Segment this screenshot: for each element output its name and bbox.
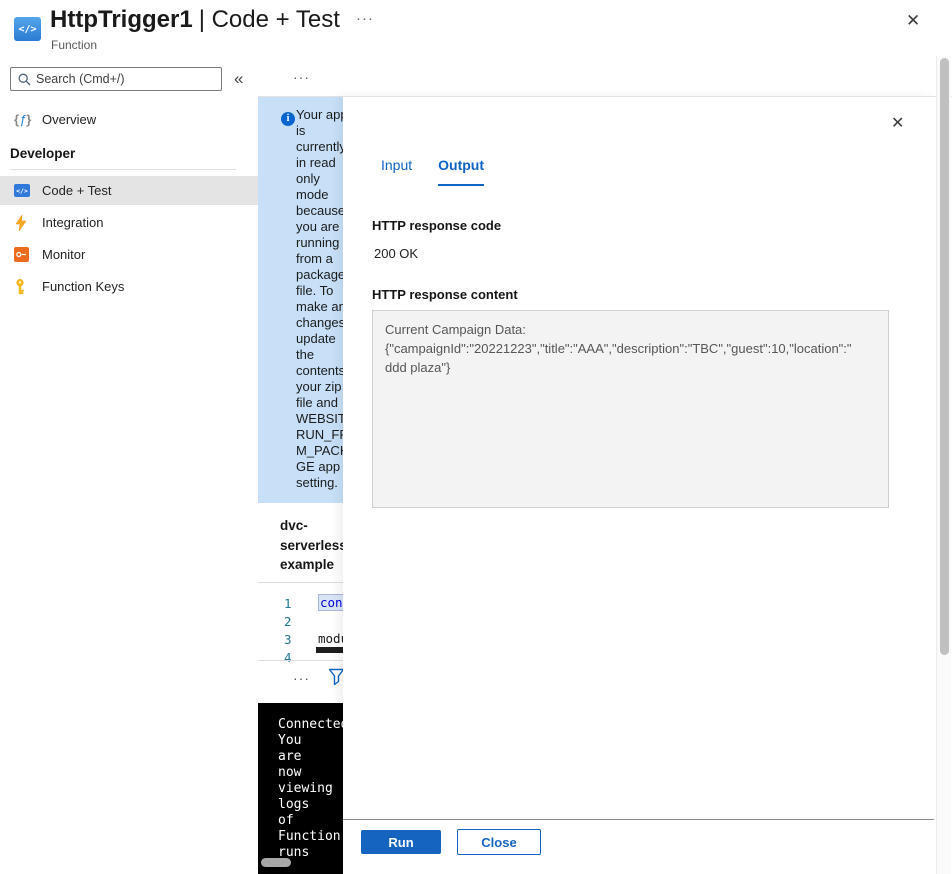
code-test-icon: </> bbox=[14, 184, 42, 197]
sidebar-item-monitor[interactable]: Monitor bbox=[0, 240, 258, 269]
info-icon: i bbox=[281, 112, 295, 126]
sidebar-item-function-keys[interactable]: Function Keys bbox=[0, 272, 258, 301]
sidebar-item-code-test[interactable]: </> Code + Test bbox=[0, 176, 258, 205]
blade-name: | Code + Test bbox=[199, 6, 340, 33]
search-box[interactable] bbox=[10, 67, 222, 91]
tab-input[interactable]: Input bbox=[381, 157, 412, 186]
sidebar-item-label: Integration bbox=[42, 215, 103, 230]
close-test-panel-icon[interactable]: ✕ bbox=[891, 113, 904, 133]
azure-function-blade: </> HttpTrigger1| Code + Test Function ·… bbox=[0, 0, 952, 874]
search-icon bbox=[18, 73, 31, 86]
pane-more-options-icon[interactable]: ··· bbox=[293, 69, 310, 85]
http-response-code-label: HTTP response code bbox=[372, 218, 501, 233]
vertical-scrollbar-thumb[interactable] bbox=[940, 58, 949, 655]
section-divider bbox=[10, 169, 236, 170]
search-input[interactable] bbox=[36, 72, 206, 86]
test-panel-tabs: Input Output bbox=[381, 157, 484, 186]
function-app-icon-glyph: </> bbox=[18, 24, 36, 35]
footer-divider bbox=[343, 819, 934, 820]
logs-more-options-icon[interactable]: ··· bbox=[293, 670, 310, 686]
page-title: HttpTrigger1| Code + Test bbox=[50, 6, 340, 34]
close-blade-icon[interactable]: ✕ bbox=[906, 11, 920, 31]
vertical-scrollbar[interactable] bbox=[936, 56, 951, 874]
run-button[interactable]: Run bbox=[361, 830, 441, 854]
function-name: HttpTrigger1 bbox=[50, 6, 193, 33]
sidebar-section-developer: Developer bbox=[10, 146, 75, 161]
blade-subtitle: Function bbox=[51, 38, 97, 52]
function-app-icon: </> bbox=[14, 17, 41, 41]
http-response-content-label: HTTP response content bbox=[372, 287, 518, 302]
monitor-icon bbox=[14, 247, 42, 262]
blade-header: </> HttpTrigger1| Code + Test Function ·… bbox=[0, 0, 952, 55]
http-response-content-text: Current Campaign Data: {"campaignId":"20… bbox=[385, 320, 852, 377]
sidebar-item-label: Code + Test bbox=[42, 183, 112, 198]
key-icon bbox=[14, 279, 42, 295]
sidebar-item-label: Function Keys bbox=[42, 279, 124, 294]
editor-line-numbers: 1 2 3 4 bbox=[284, 595, 292, 667]
sidebar: « {ƒ} Overview Developer </> Code + Test… bbox=[0, 55, 258, 874]
tab-output[interactable]: Output bbox=[438, 157, 484, 186]
http-response-code-value: 200 OK bbox=[374, 246, 418, 261]
horizontal-scrollbar-thumb[interactable] bbox=[261, 858, 291, 867]
sidebar-item-label: Monitor bbox=[42, 247, 85, 262]
close-button[interactable]: Close bbox=[457, 829, 541, 855]
sidebar-item-label: Overview bbox=[42, 112, 96, 127]
lightning-icon bbox=[14, 215, 42, 231]
test-panel: ✕ Input Output HTTP response code 200 OK… bbox=[343, 96, 934, 874]
sidebar-item-integration[interactable]: Integration bbox=[0, 208, 258, 237]
http-response-content-box[interactable]: Current Campaign Data: {"campaignId":"20… bbox=[372, 310, 889, 508]
overview-icon: {ƒ} bbox=[14, 112, 42, 127]
function-app-name: dvc- serverless- example bbox=[280, 516, 351, 575]
collapse-sidebar-icon[interactable]: « bbox=[234, 69, 243, 89]
sidebar-item-overview[interactable]: {ƒ} Overview bbox=[0, 105, 258, 134]
more-options-icon[interactable]: ··· bbox=[356, 10, 374, 27]
